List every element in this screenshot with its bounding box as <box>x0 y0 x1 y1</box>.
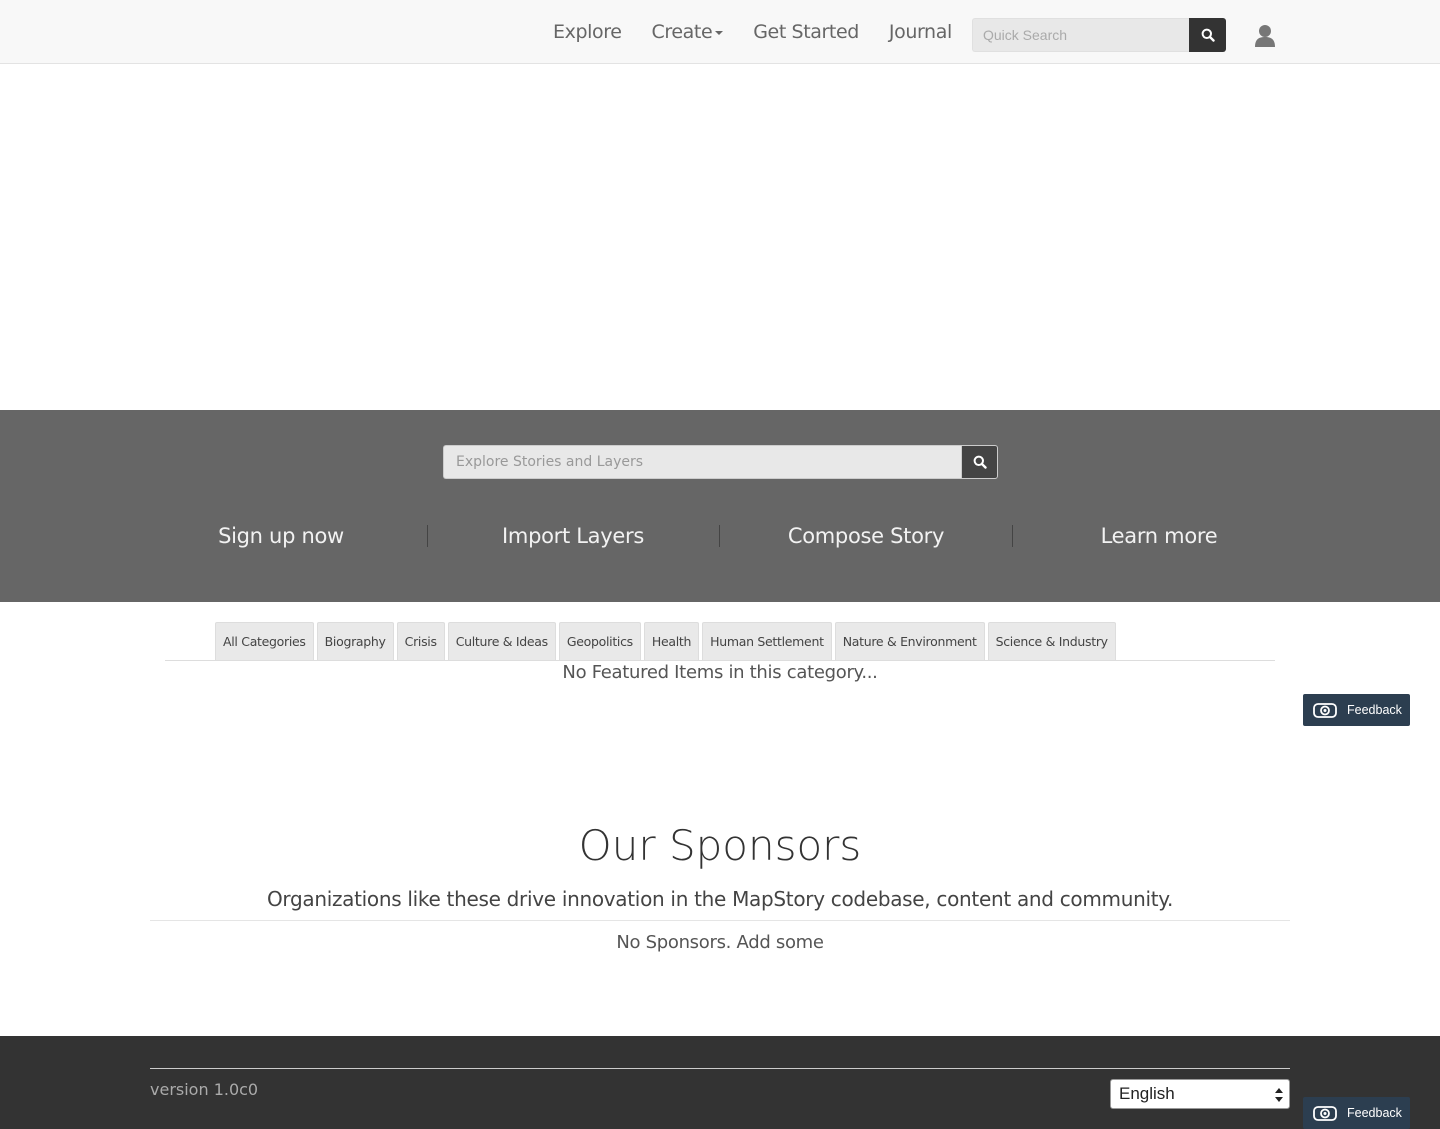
cta-sign-up[interactable]: Sign up now <box>135 520 427 552</box>
sponsors-subtitle: Organizations like these drive innovatio… <box>266 887 1174 911</box>
explore-search-input[interactable] <box>443 445 961 479</box>
user-icon[interactable] <box>1254 24 1276 48</box>
feedback-button[interactable]: Feedback <box>1303 1097 1410 1129</box>
feedback-label: Feedback <box>1347 703 1402 717</box>
nav-get-started[interactable]: Get Started <box>753 21 859 43</box>
camera-icon <box>1313 1106 1337 1121</box>
tab-biography[interactable]: Biography <box>316 622 394 660</box>
tab-science-industry[interactable]: Science & Industry <box>987 622 1116 660</box>
explore-search-button[interactable] <box>961 445 998 479</box>
feedback-label: Feedback <box>1347 1106 1402 1120</box>
quick-search-input[interactable] <box>972 18 1189 52</box>
no-featured-message: No Featured Items in this category... <box>562 662 878 683</box>
category-tabs: All Categories Biography Crisis Culture … <box>215 622 1119 660</box>
tab-human-settlement[interactable]: Human Settlement <box>702 622 832 660</box>
explore-band <box>0 410 1440 602</box>
quick-search-button[interactable] <box>1189 18 1226 52</box>
tab-all-categories[interactable]: All Categories <box>215 622 314 660</box>
tab-culture-ideas[interactable]: Culture & Ideas <box>447 622 556 660</box>
main-nav: Explore Create Get Started Journal <box>553 0 982 64</box>
tab-crisis[interactable]: Crisis <box>396 622 445 660</box>
footer-divider <box>150 1068 1290 1069</box>
search-icon <box>1201 28 1215 42</box>
tab-health[interactable]: Health <box>643 622 700 660</box>
select-arrows-icon <box>1275 1088 1283 1102</box>
sponsors-title: Our Sponsors <box>578 821 862 870</box>
tab-nature-environment[interactable]: Nature & Environment <box>834 622 985 660</box>
cta-compose-story[interactable]: Compose Story <box>720 520 1012 552</box>
hero-area <box>0 64 1440 410</box>
search-icon <box>973 455 987 469</box>
nav-create[interactable]: Create <box>652 21 724 43</box>
language-select[interactable]: English <box>1110 1079 1290 1109</box>
camera-icon <box>1313 703 1337 718</box>
tab-geopolitics[interactable]: Geopolitics <box>558 622 641 660</box>
nav-create-label: Create <box>651 21 713 43</box>
sponsors-divider <box>150 920 1290 921</box>
cta-learn-more[interactable]: Learn more <box>1013 520 1305 552</box>
language-selected: English <box>1119 1084 1175 1103</box>
feedback-button[interactable]: Feedback <box>1303 694 1410 726</box>
nav-explore[interactable]: Explore <box>553 21 622 43</box>
cta-import-layers[interactable]: Import Layers <box>427 520 719 552</box>
caret-down-icon <box>715 30 724 35</box>
no-sponsors-message: No Sponsors. Add some <box>616 932 824 953</box>
version-text: version 1.0c0 <box>150 1080 259 1099</box>
nav-journal[interactable]: Journal <box>889 21 952 43</box>
